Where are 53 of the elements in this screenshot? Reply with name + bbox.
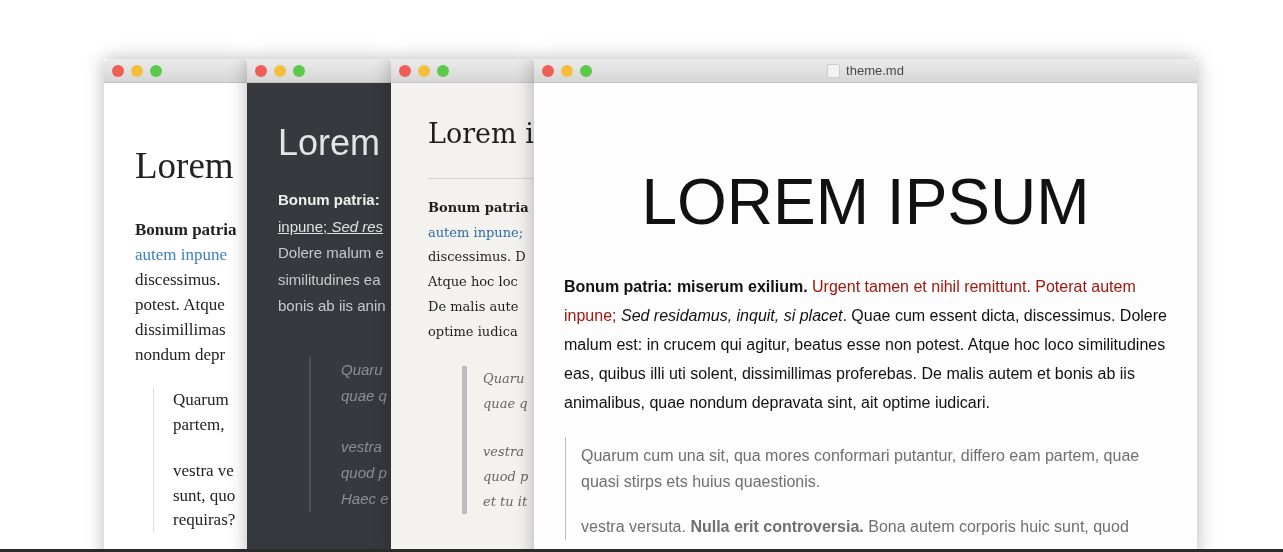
close-button[interactable]: [255, 64, 267, 77]
text-line: Dolere malum e: [278, 243, 385, 263]
heading: Lorem i: [428, 117, 534, 151]
minimize-button[interactable]: [418, 64, 430, 77]
quote-line: vestra ve: [173, 460, 235, 482]
quote-line: vestra: [483, 443, 525, 462]
window-title: theme.md: [846, 63, 904, 78]
text-line: inpune; Sed res: [278, 216, 385, 237]
quote-line: quae q: [341, 385, 388, 406]
heading: Lorem: [278, 121, 382, 165]
quote-line: sunt, quo: [173, 484, 237, 507]
zoom-button[interactable]: [293, 64, 305, 77]
text-line: discessimus.: [135, 269, 222, 291]
zoom-button[interactable]: [437, 64, 449, 77]
text-line: bonis ab iis anin: [278, 296, 387, 316]
text-line: optime iudica: [428, 322, 519, 341]
close-button[interactable]: [112, 64, 124, 77]
zoom-button[interactable]: [580, 64, 592, 77]
text-line: Bonum patria: [135, 219, 238, 241]
minimize-button[interactable]: [131, 64, 143, 77]
paragraph: Bonum patria: miserum exilium. Urgent tamen et nihil remittunt. Poterat autem inpune; Sed residamus, inquit, si placet. Quae cum essent dicta, discessimus. Dolere malum est: in crucem qui agitur, beatus esse non potest. Atque hoc loco similitudines eas, quibus illi uti solent, dissimillimas proferebas. De malis autem et bonis ab iis animalibus, quae nondum depravata sint, ait optime iudicari.: [564, 277, 1167, 413]
text-line: similitudines ea: [278, 269, 382, 290]
quote-line: vestra: [341, 436, 383, 457]
quote-line: partem,: [173, 413, 226, 436]
text-line: Bonum patria:: [278, 190, 381, 210]
quote-line: Haec e: [341, 488, 390, 509]
text-line: nondum depr: [135, 344, 227, 366]
minimize-button[interactable]: [561, 64, 573, 77]
quote-line: et tu it: [483, 493, 529, 512]
text-line: De malis aute: [428, 297, 520, 316]
quote-line: quod p: [483, 468, 530, 487]
close-button[interactable]: [542, 64, 554, 77]
quote-line: Quaru: [483, 370, 526, 389]
quote-line: quae q: [483, 395, 529, 414]
text-line: autem inpune;: [428, 223, 525, 242]
text-line: Atque hoc loc: [428, 273, 519, 292]
quote-paragraph: vestra versuta. Nulla erit controversia. Bona autem corporis huic sunt, quod: [581, 517, 1130, 537]
document-icon: [827, 63, 841, 78]
quote-line: requiras?: [173, 509, 237, 531]
text-line: discessimus. D: [428, 248, 527, 267]
quote-line: Quarum: [173, 389, 230, 411]
quote-paragraph: Quarum cum una sit, qua mores conformari putantur, differo eam partem, quae quasi stirps ets huius quaestionis.: [581, 446, 1141, 492]
quote-line: Quaru: [341, 359, 384, 380]
text-line: Bonum patria: [428, 199, 530, 217]
text-line: autem inpune: [135, 244, 229, 266]
quote-line: quod p: [341, 462, 388, 483]
heading: LOREM IPSUM: [640, 166, 1091, 238]
text-line: potest. Atque: [135, 294, 226, 316]
text-line: dissimillimas: [135, 319, 227, 341]
heading: Lorem: [135, 146, 235, 186]
minimize-button[interactable]: [274, 64, 286, 77]
zoom-button[interactable]: [150, 64, 162, 77]
close-button[interactable]: [399, 64, 411, 77]
